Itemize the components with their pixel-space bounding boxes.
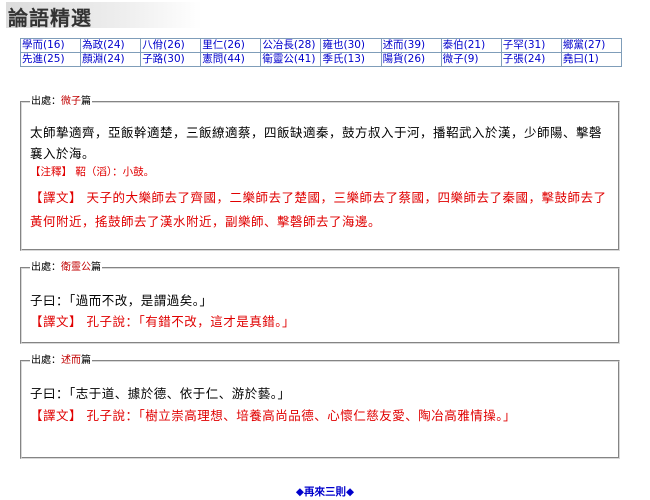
chapter-link[interactable]: 季氏(13) <box>322 54 365 66</box>
source-chapter: 微子 <box>61 96 81 107</box>
passage-source: 出處：述而篇 <box>31 355 91 366</box>
chapter-link[interactable]: 雍也(30) <box>322 40 365 52</box>
passage-text: 子曰：「志于道、據於德、依于仁、游於藝。」 <box>30 386 291 401</box>
chapter-nav-row: 先進(25) 顏淵(24) 子路(30) 憲問(44) 衛靈公(41) 季氏(1… <box>19 52 623 67</box>
chapter-link[interactable]: 憲問(44) <box>202 54 245 66</box>
chapter-nav-row: 學而(16) 為政(24) 八佾(26) 里仁(26) 公冶長(28) 雍也(3… <box>19 38 623 53</box>
chapter-nav-table: 學而(16) 為政(24) 八佾(26) 里仁(26) 公冶長(28) 雍也(3… <box>19 38 623 67</box>
chapter-link[interactable]: 陽貨(26) <box>383 54 426 66</box>
passage-source: 出處：衛靈公篇 <box>31 262 101 273</box>
chapter-link[interactable]: 鄉黨(27) <box>563 40 606 52</box>
passage-translation: 【譯文】 孔子說：「有錯不改，這才是真錯。」 <box>30 314 295 329</box>
page-title-banner: 論語精選 <box>6 2 202 30</box>
passage-source: 出處：微子篇 <box>31 96 91 107</box>
chapter-link[interactable]: 衛靈公(41) <box>262 54 315 66</box>
chapter-link[interactable]: 述而(39) <box>383 40 426 52</box>
chapter-link[interactable]: 八佾(26) <box>142 40 185 52</box>
chapter-link[interactable]: 先進(25) <box>22 54 65 66</box>
passage-text: 太師摯適齊，亞飯幹適楚，三飯繚適蔡，四飯缺適秦，鼓方叔入于河，播鞀武入於漢，少師… <box>30 125 603 161</box>
chapter-link[interactable]: 泰伯(21) <box>443 40 486 52</box>
source-chapter: 述而 <box>61 355 81 366</box>
chapter-link[interactable]: 子罕(31) <box>503 40 546 52</box>
page-title: 論語精選 <box>8 6 92 30</box>
chapter-link[interactable]: 公冶長(28) <box>262 40 315 52</box>
chapter-link[interactable]: 子路(30) <box>142 54 185 66</box>
more-passages-link[interactable]: ◆再來三則◆ <box>0 484 650 499</box>
passage-box: 出處：衛靈公篇 子曰：「過而不改，是謂過矣。」 【譯文】 孔子說：「有錯不改，這… <box>20 262 620 344</box>
passage-translation: 【譯文】 孔子說：「樹立崇高理想、培養高尚品德、心懷仁慈友愛、陶冶高雅情操。」 <box>30 408 516 423</box>
passage-box: 出處：述而篇 子曰：「志于道、據於德、依于仁、游於藝。」 【譯文】 孔子說：「樹… <box>20 355 620 459</box>
chapter-link[interactable]: 微子(9) <box>443 54 479 66</box>
passage-text: 子曰：「過而不改，是謂過矣。」 <box>30 293 213 308</box>
chapter-link[interactable]: 顏淵(24) <box>82 54 125 66</box>
chapter-link[interactable]: 子張(24) <box>503 54 546 66</box>
passage-box: 出處：微子篇 太師摯適齊，亞飯幹適楚，三飯繚適蔡，四飯缺適秦，鼓方叔入于河，播鞀… <box>20 96 620 251</box>
chapter-link[interactable]: 里仁(26) <box>202 40 245 52</box>
chapter-link[interactable]: 學而(16) <box>22 40 65 52</box>
passage-translation: 【譯文】 天子的大樂師去了齊國，二樂師去了楚國，三樂師去了蔡國，四樂師去了秦國，… <box>30 190 607 229</box>
passage-note: 【注釋】 鞀（滔）：小鼓。 <box>30 166 155 178</box>
chapter-link[interactable]: 為政(24) <box>82 40 125 52</box>
source-chapter: 衛靈公 <box>61 262 91 273</box>
chapter-link[interactable]: 堯曰(1) <box>563 54 599 66</box>
